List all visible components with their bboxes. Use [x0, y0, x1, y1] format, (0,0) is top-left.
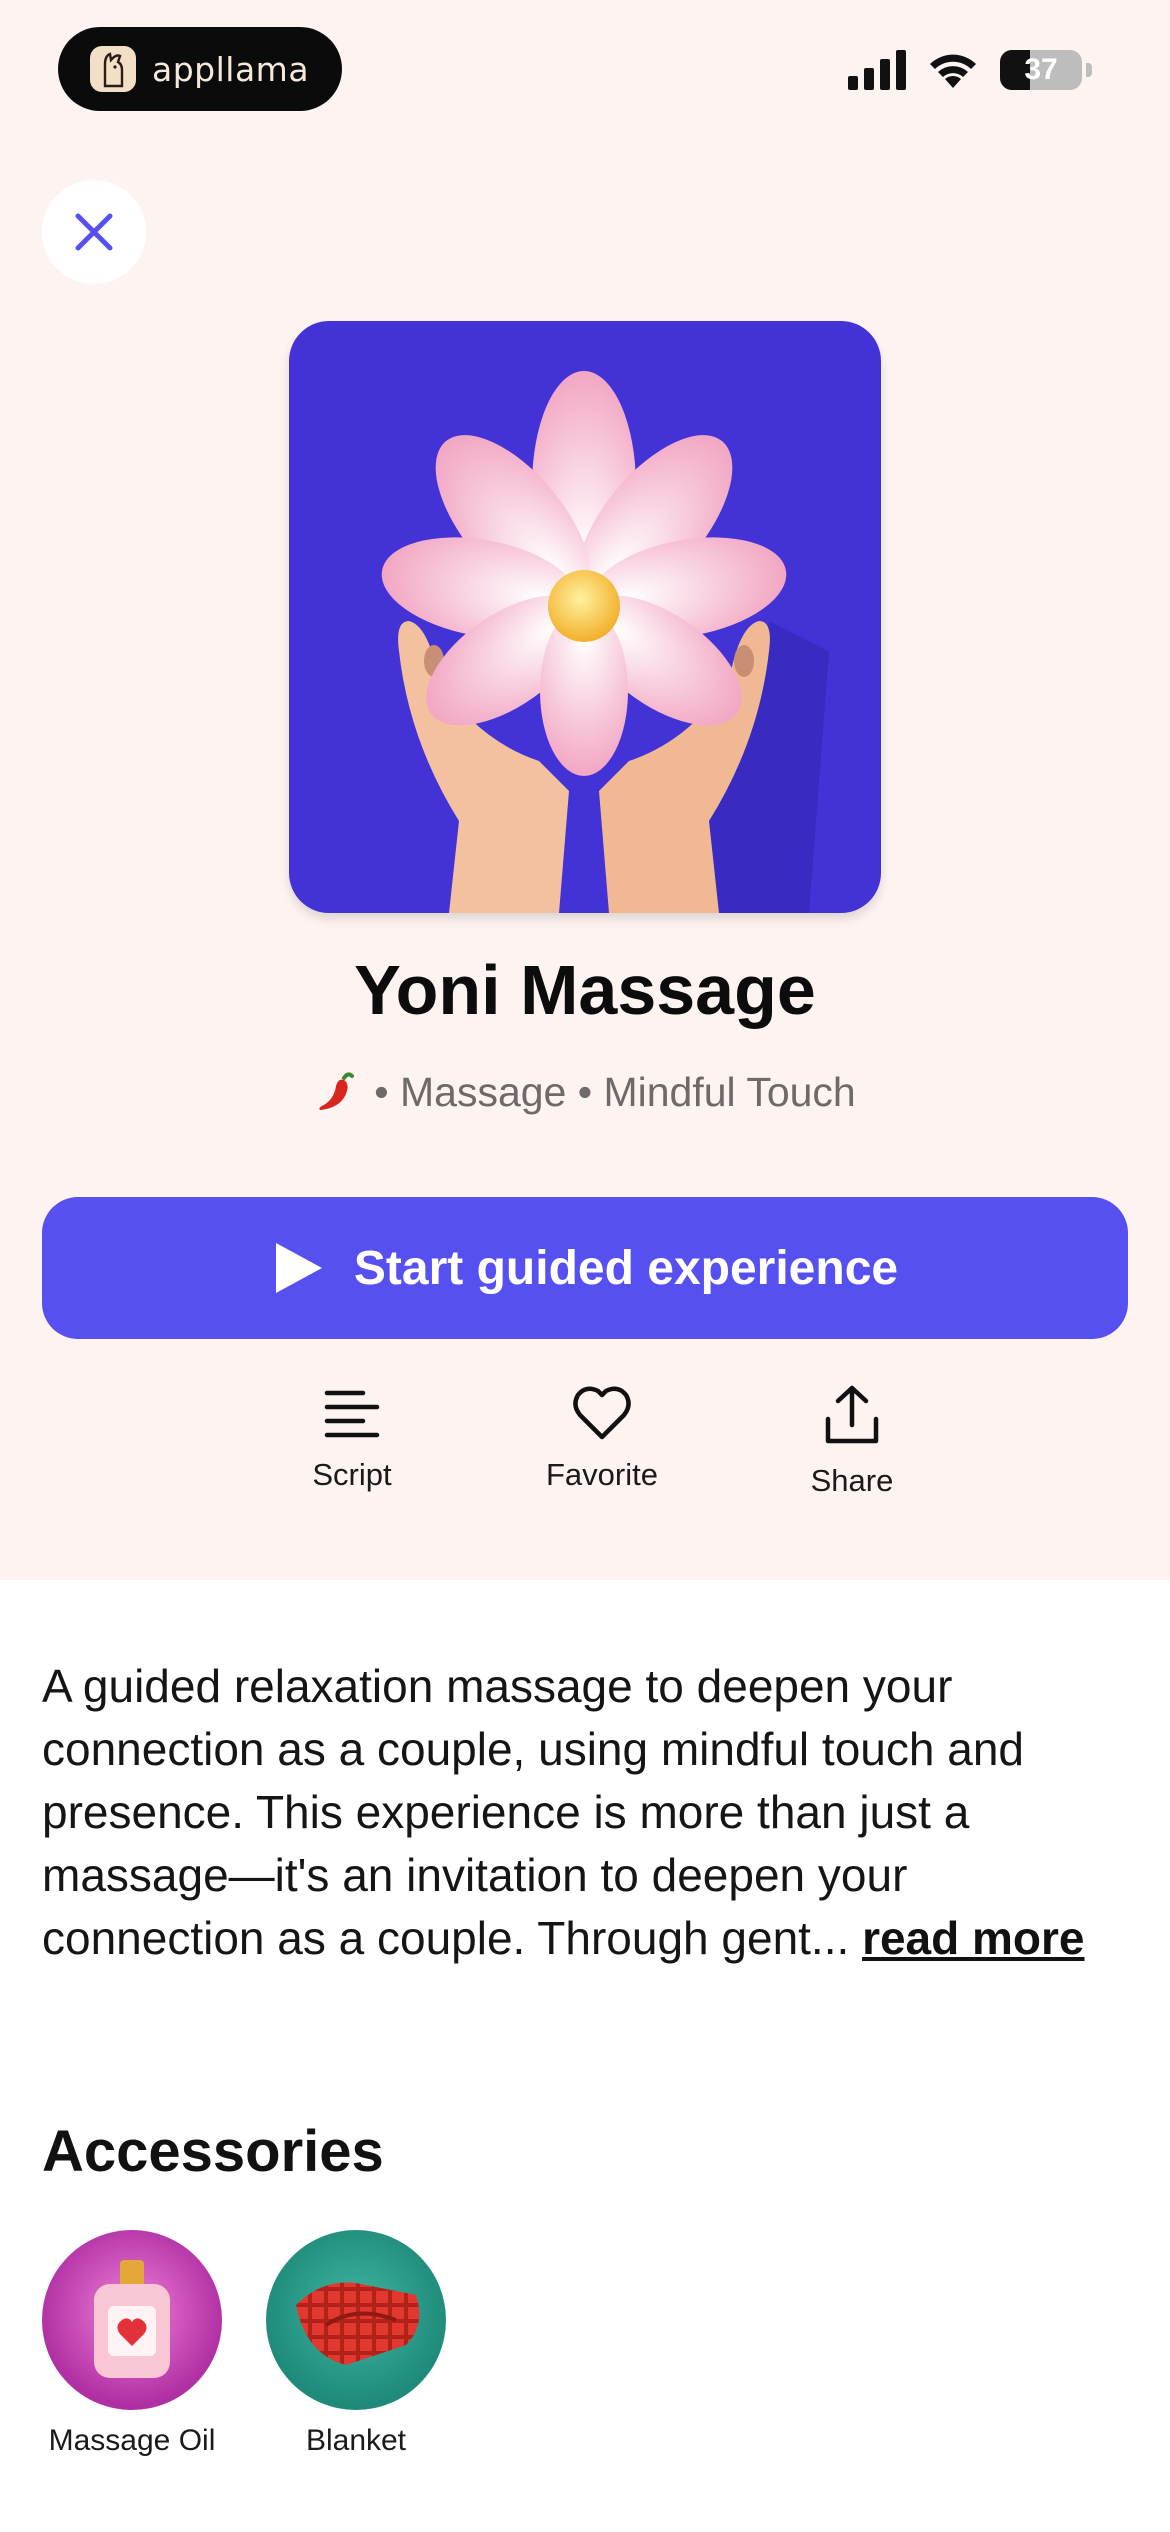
script-button[interactable]: Script — [262, 1385, 442, 1493]
lotus-hands-illustration — [381, 371, 829, 913]
share-button[interactable]: Share — [762, 1385, 942, 1499]
blanket-icon — [266, 2230, 446, 2410]
script-lines-icon — [324, 1390, 380, 1438]
play-icon — [275, 1243, 322, 1293]
experience-meta: • Massage • Mindful Touch — [0, 1068, 1170, 1116]
signal-icon — [848, 50, 906, 90]
favorite-label: Favorite — [546, 1457, 658, 1492]
start-button-label: Start guided experience — [353, 1241, 899, 1295]
app-badge: appllama — [58, 27, 342, 111]
llama-logo-icon — [90, 46, 136, 92]
wifi-icon — [930, 54, 976, 88]
experience-artwork — [289, 321, 881, 913]
close-icon — [75, 213, 113, 251]
favorite-button[interactable]: Favorite — [512, 1385, 692, 1493]
accessory-massage-oil[interactable]: Massage Oil — [22, 2230, 242, 2458]
script-label: Script — [312, 1457, 392, 1492]
accessory-blanket[interactable]: Blanket — [246, 2230, 466, 2458]
share-icon — [825, 1385, 879, 1444]
massage-oil-icon — [42, 2230, 222, 2410]
start-guided-experience-button[interactable]: Start guided experience — [42, 1197, 1128, 1339]
battery-indicator: 37 — [1000, 50, 1082, 90]
chili-pepper-icon — [319, 1072, 355, 1110]
experience-category: • Massage • Mindful Touch — [374, 1068, 856, 1115]
share-label: Share — [810, 1463, 894, 1498]
experience-title: Yoni Massage — [354, 951, 816, 1029]
battery-tip — [1086, 63, 1092, 77]
close-button[interactable] — [42, 180, 146, 284]
status-icons: 37 — [848, 50, 1092, 90]
accessory-label: Blanket — [305, 2424, 407, 2457]
heart-icon — [573, 1386, 631, 1440]
experience-description: A guided relaxation massage to deepen yo… — [42, 1655, 1132, 1970]
brand-name: appllama — [152, 49, 310, 89]
read-more-link[interactable]: read more — [862, 1912, 1084, 1964]
action-row: Script Favorite Share — [0, 1385, 1170, 1515]
accessory-label: Massage Oil — [48, 2424, 216, 2457]
accessories-heading: Accessories — [42, 2119, 384, 2184]
